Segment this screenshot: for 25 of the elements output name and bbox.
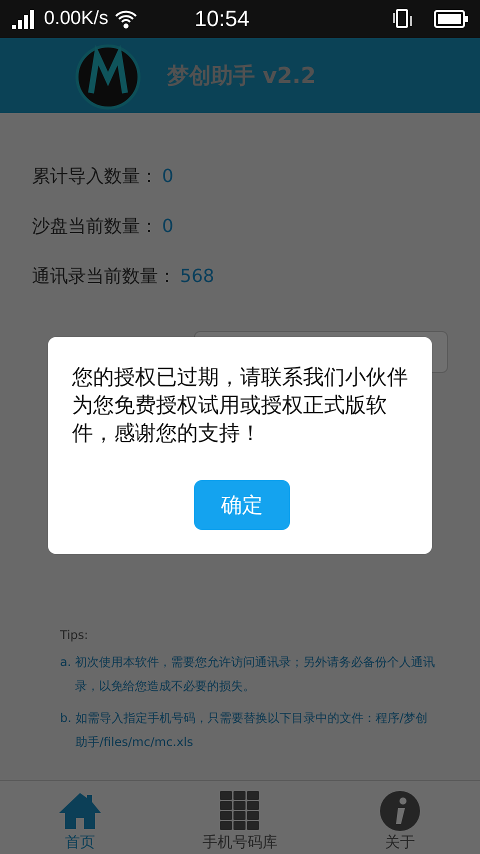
tip-marker: a. xyxy=(60,654,72,671)
network-speed: 0.00K/s xyxy=(44,8,108,30)
tip-text: 如需导入指定手机号码，只需要替换以下目录中的文件：程序/梦创助手/files/mc/mc.xls xyxy=(75,710,428,751)
confirm-button[interactable]: 确定 xyxy=(194,480,290,530)
tab-bar-item[interactable]: 首页 xyxy=(0,781,160,854)
stat-label: 累计导入数量： xyxy=(32,165,158,188)
tips-title: Tips: xyxy=(60,628,90,642)
vibrate-icon xyxy=(392,8,414,30)
battery-icon xyxy=(434,10,468,28)
stat-value: 0 xyxy=(162,166,174,186)
stat-value: 568 xyxy=(180,266,214,286)
stat-label: 通讯录当前数量： xyxy=(32,265,176,288)
info-icon xyxy=(380,791,420,831)
tip-marker: b. xyxy=(60,710,72,727)
clock-time: 10:54 xyxy=(194,6,250,32)
tab-bar-item[interactable]: 手机号码库 xyxy=(160,781,320,854)
app-title: 梦创助手 v2.2 xyxy=(167,62,316,90)
grid-icon xyxy=(220,791,260,831)
stat-value: 0 xyxy=(162,216,174,236)
tab-bar-item[interactable]: 关于 xyxy=(320,781,480,854)
tip-text: 初次使用本软件，需要您允许访问通讯录；另外请务必备份个人通讯录，以免给您造成不必要的损失。 xyxy=(75,654,436,695)
home-icon xyxy=(57,791,103,831)
wifi-icon xyxy=(114,9,138,29)
dialog-message: 您的授权已过期，请联系我们小伙伴为您免费授权试用或授权正式版软件，感谢您的支持！ xyxy=(72,364,409,447)
stat-label: 沙盘当前数量： xyxy=(32,215,158,238)
